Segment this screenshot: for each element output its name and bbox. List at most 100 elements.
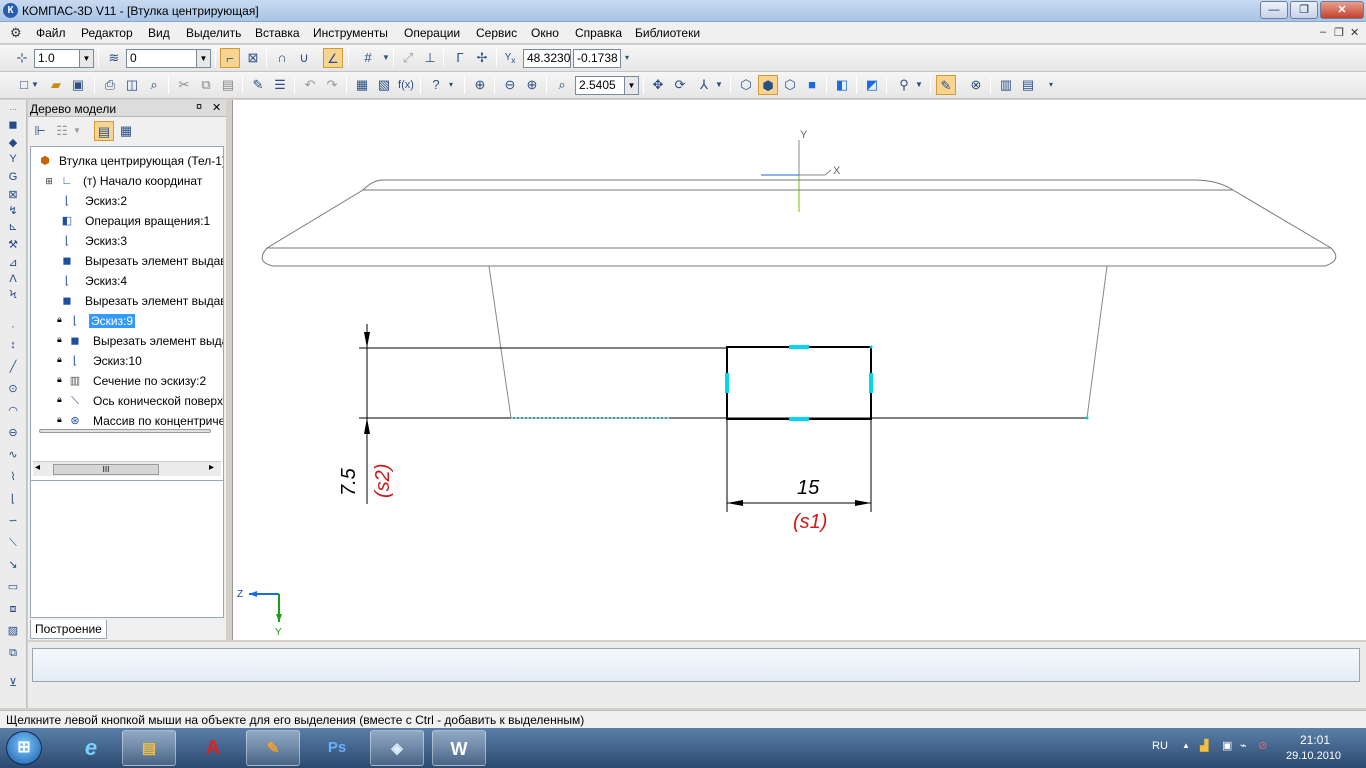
- spec-icon[interactable]: ▥: [996, 75, 1016, 95]
- local-cs-icon[interactable]: ⤢: [398, 48, 418, 68]
- wireframe-icon[interactable]: ⬡: [736, 75, 756, 95]
- print-preview-icon[interactable]: ◫: [122, 75, 142, 95]
- tool-ellipse-icon[interactable]: ⊖: [4, 424, 22, 442]
- zoom-dropdown[interactable]: ▼: [624, 76, 639, 95]
- paste-icon[interactable]: ▤: [218, 75, 238, 95]
- model-viewport[interactable]: Y X 15 (s1) 7.5 (s2) Z Y: [232, 100, 1366, 640]
- tool-segment-icon[interactable]: ╱: [4, 358, 22, 376]
- tool-constraints-icon[interactable]: ⊾: [4, 218, 22, 236]
- round-icon[interactable]: Γ: [450, 48, 470, 68]
- menu-file[interactable]: Файл: [36, 26, 66, 40]
- tool-hammer-icon[interactable]: ⚒: [4, 236, 22, 254]
- magnet-options-icon[interactable]: ∪: [294, 48, 314, 68]
- snap-magnet-icon[interactable]: ∩: [272, 48, 292, 68]
- tool-polyline-icon[interactable]: ⌇: [4, 468, 22, 486]
- perspective-icon[interactable]: ◩: [862, 75, 882, 95]
- start-button[interactable]: ⊞: [6, 731, 42, 765]
- manager-icon[interactable]: ▦: [352, 75, 372, 95]
- view-orient-icon[interactable]: ⊠: [243, 48, 263, 68]
- power-icon[interactable]: ⌁: [1240, 739, 1247, 752]
- doc-icon[interactable]: ⚙: [10, 25, 22, 41]
- kompas-draw-icon[interactable]: ✎: [246, 730, 300, 766]
- toolbar-more-icon[interactable]: ▾: [622, 48, 632, 68]
- word-icon[interactable]: W: [432, 730, 486, 766]
- menu-operations[interactable]: Операции: [404, 26, 460, 40]
- snap-step-icon[interactable]: ⊹: [12, 48, 32, 68]
- language-indicator[interactable]: RU: [1152, 740, 1168, 752]
- redo-icon[interactable]: ↷: [322, 75, 342, 95]
- orientation-icon[interactable]: ⅄: [694, 75, 714, 95]
- tool-spline-icon[interactable]: ∿: [4, 446, 22, 464]
- mdi-restore-button[interactable]: ❐: [1334, 26, 1344, 39]
- coord-y-field[interactable]: -0.1738: [573, 49, 621, 68]
- zoom-in-icon[interactable]: ⊕: [522, 75, 542, 95]
- dim-v-value[interactable]: 7.5: [338, 467, 360, 496]
- network-icon[interactable]: ▟: [1200, 739, 1208, 752]
- dim-h-value[interactable]: 15: [797, 477, 820, 499]
- pin-icon[interactable]: ¤: [196, 101, 202, 113]
- hidden-lines-icon[interactable]: ⬢: [758, 75, 778, 95]
- tool-layers-icon[interactable]: ⧉: [4, 644, 22, 662]
- zoom-scale-icon[interactable]: ⌕: [552, 75, 572, 95]
- new-doc-dropdown-icon[interactable]: ▼: [30, 75, 40, 95]
- menu-help[interactable]: Справка: [575, 26, 622, 40]
- expand-icon[interactable]: ⊞: [41, 173, 57, 189]
- layer-field[interactable]: 0: [126, 49, 198, 68]
- save-icon[interactable]: ▣: [68, 75, 88, 95]
- menu-editor[interactable]: Редактор: [81, 26, 133, 40]
- acrobat-icon[interactable]: A: [186, 730, 240, 766]
- explorer-icon[interactable]: ▤: [122, 730, 176, 766]
- tray-expand-icon[interactable]: ▲: [1182, 741, 1190, 750]
- tree-item[interactable]: 🔒︎ ⟍ Ось конической поверхности:1: [31, 391, 223, 411]
- tree-item[interactable]: ⌊ Эскиз:2: [31, 191, 223, 211]
- tool-offset-icon[interactable]: ↘: [4, 556, 22, 574]
- menu-libraries[interactable]: Библиотеки: [635, 26, 700, 40]
- grid-icon[interactable]: #: [358, 48, 378, 68]
- dim-h-variable[interactable]: (s1): [793, 511, 827, 533]
- tree-horizontal-scrollbar[interactable]: ◂ III ▸: [33, 461, 221, 476]
- axes-icon[interactable]: ⊥: [420, 48, 440, 68]
- tree-sort-icon[interactable]: ☷: [52, 121, 72, 141]
- cursor-coords-icon[interactable]: ✢: [472, 48, 492, 68]
- tool-circle-icon[interactable]: ⊙: [4, 380, 22, 398]
- tree-item[interactable]: 🔒︎ ⌊ Эскиз:10: [31, 351, 223, 371]
- tree-item[interactable]: ◧ Операция вращения:1: [31, 211, 223, 231]
- tree-list-icon[interactable]: ▤: [94, 121, 114, 141]
- menu-select[interactable]: Выделить: [186, 26, 241, 40]
- preview-icon[interactable]: ⌕: [144, 75, 164, 95]
- step-field[interactable]: 1.0: [34, 49, 80, 68]
- shaded-icon[interactable]: ■: [802, 75, 822, 95]
- drawing-svg[interactable]: Y X 15 (s1) 7.5 (s2) Z Y: [233, 100, 1366, 640]
- tree-structure-icon[interactable]: ⊩: [30, 121, 50, 141]
- filter-icon[interactable]: ⚲: [894, 75, 914, 95]
- orientation-dropdown-icon[interactable]: ▼: [714, 75, 724, 95]
- variables-icon[interactable]: f(x): [396, 75, 416, 95]
- menu-insert[interactable]: Вставка: [255, 26, 300, 40]
- tree-item[interactable]: ⊞ ∟ (т) Начало координат: [31, 171, 223, 191]
- shaded-edges-icon[interactable]: ◧: [832, 75, 852, 95]
- toolbar3-more-icon[interactable]: ▾: [1046, 75, 1056, 95]
- scroll-right-icon[interactable]: ▸: [209, 462, 214, 473]
- sketch-edit-icon[interactable]: ✎: [936, 75, 956, 95]
- step-dropdown[interactable]: ▼: [79, 49, 94, 68]
- tool-rectangle-icon[interactable]: ▭: [4, 578, 22, 596]
- ortho-mode-icon[interactable]: ∠: [323, 48, 343, 68]
- tree-item[interactable]: ⌊ Эскиз:4: [31, 271, 223, 291]
- tool-params-icon[interactable]: Ϟ: [4, 286, 22, 304]
- tree-item[interactable]: ◼ Вырезать элемент выдавливания:1: [31, 251, 223, 271]
- help-cursor-icon[interactable]: ?: [426, 75, 446, 95]
- coord-x-field[interactable]: 48.3230: [523, 49, 571, 68]
- ie-icon[interactable]: e: [64, 730, 118, 766]
- properties-icon[interactable]: ☰: [270, 75, 290, 95]
- mdi-close-button[interactable]: ✕: [1350, 26, 1359, 39]
- properties-field[interactable]: [32, 648, 1360, 682]
- tab-construction[interactable]: Построение: [30, 620, 107, 639]
- libraries-icon[interactable]: ▧: [374, 75, 394, 95]
- kompas-3d-icon[interactable]: ◈: [370, 730, 424, 766]
- menu-window[interactable]: Окно: [531, 26, 559, 40]
- tool-point-icon[interactable]: ·: [4, 318, 22, 336]
- tool-projection-icon[interactable]: ⧈: [4, 600, 22, 618]
- layer-icon[interactable]: ≋: [104, 48, 124, 68]
- cut-icon[interactable]: ✂: [174, 75, 194, 95]
- menu-tools[interactable]: Инструменты: [313, 26, 388, 40]
